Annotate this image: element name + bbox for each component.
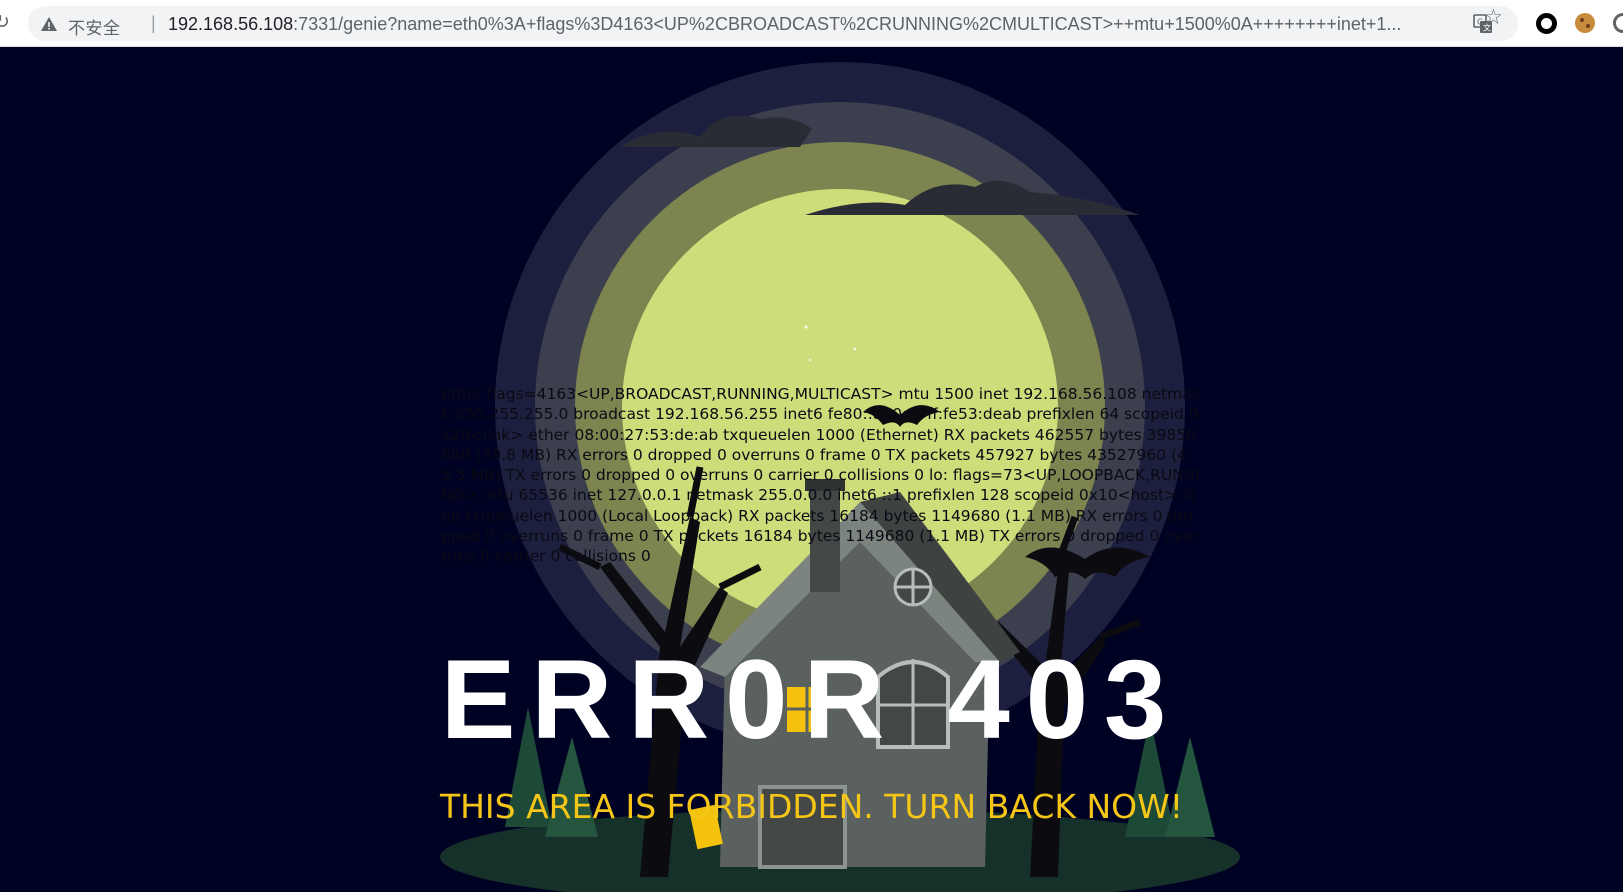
error-page: eth0: flags=4163<UP,BROADCAST,RUNNING,MU…: [0, 47, 1623, 892]
url-host: 192.168.56.108: [168, 14, 294, 34]
error-subtitle: THIS AREA IS FORBIDDEN. TURN BACK NOW!: [439, 787, 1184, 826]
extension-icon[interactable]: [1613, 13, 1623, 33]
divider: |: [151, 13, 156, 33]
address-bar[interactable]: 不安全 | 192.168.56.108:7331/genie?name=eth…: [28, 6, 1518, 41]
warning-icon[interactable]: [40, 15, 58, 33]
ifconfig-output-text: eth0: flags=4163<UP,BROADCAST,RUNNING,MU…: [441, 385, 1200, 566]
cookie-icon[interactable]: [1575, 13, 1595, 33]
security-status-label[interactable]: 不安全: [68, 14, 121, 39]
error-title: ERR0R 403: [440, 637, 1183, 762]
url-path: :7331/genie?name=eth0%3A+flags%3D4163<UP…: [293, 14, 1402, 34]
url-text[interactable]: 192.168.56.108:7331/genie?name=eth0%3A+f…: [168, 14, 1428, 35]
reload-icon[interactable]: ↻: [0, 11, 10, 34]
browser-toolbar: ↻ 不安全 | 192.168.56.108:7331/genie?name=e…: [0, 0, 1623, 47]
extension-icon[interactable]: [1536, 13, 1557, 34]
star-icon[interactable]: ☆: [1484, 5, 1503, 30]
